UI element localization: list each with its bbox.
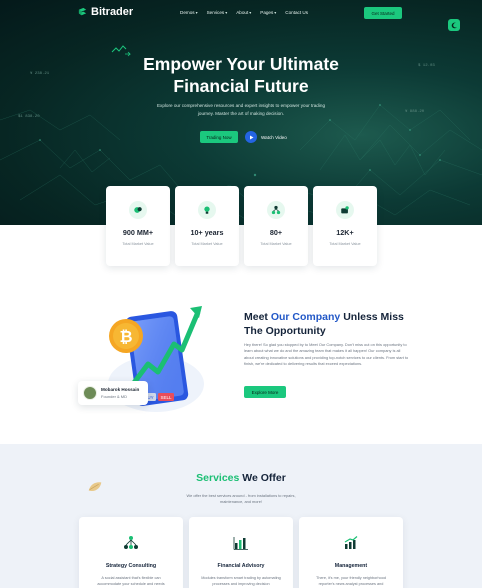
service-card[interactable]: Management There, it's me, your friendly…: [299, 517, 403, 588]
stat-label: Total Market Value: [260, 242, 292, 246]
main-menu: Demos ▾ Services ▾ About ▾ Pages ▾ Contact U…: [180, 10, 308, 15]
hero-bg-number: ¥ 238.21: [30, 72, 50, 76]
stat-label: Total Market Value: [191, 242, 223, 246]
stat-value: 80+: [269, 228, 283, 237]
chevron-down-icon: ▾: [195, 10, 198, 15]
stat-value: 10+ years: [190, 228, 224, 237]
menu-item-contact[interactable]: Contact Us: [285, 10, 308, 15]
service-card[interactable]: Financial Advisory Modules transform sma…: [189, 517, 293, 588]
moon-icon: [451, 22, 457, 28]
coins-icon: [129, 201, 147, 219]
menu-item-about[interactable]: About ▾: [236, 10, 251, 15]
hero-title: Empower Your Ultimate Financial Future: [110, 53, 372, 97]
menu-item-label: Demos: [180, 10, 195, 15]
about-title-prefix: Meet: [244, 311, 271, 323]
menu-item-label: Contact Us: [285, 10, 309, 15]
hero-subtitle: Explore our comprehensive resources and …: [156, 103, 325, 116]
about-text: Hey there! So glad you stopped by to Mee…: [244, 342, 409, 366]
menu-item-label: About: [236, 10, 249, 15]
lightbulb-icon: [198, 201, 216, 219]
stat-card: 900 MM+ Total Market Value: [106, 186, 170, 266]
hero-title-line2: Financial Future: [173, 76, 309, 96]
menu-item-label: Pages: [260, 10, 274, 15]
stat-card: 10+ years Total Market Value: [175, 186, 239, 266]
wallet-users-icon: [336, 201, 354, 219]
chevron-down-icon: ▾: [249, 10, 252, 15]
stat-card: 80+ Total Market Value: [244, 186, 308, 266]
chevron-down-icon: ▾: [225, 10, 228, 15]
hero-section: ¥ 238.21 $1 838.20 ¥ 888.20 $ 12.03 Bitr…: [0, 0, 482, 225]
network-nodes-icon: [124, 536, 138, 549]
explore-more-button[interactable]: Explore More: [244, 386, 286, 398]
founder-role: Founder & MD: [101, 394, 128, 399]
stat-value: 900 MM+: [122, 228, 154, 237]
menu-item-pages[interactable]: Pages ▾: [260, 10, 276, 15]
get-started-button[interactable]: Get Started: [364, 7, 402, 19]
about-title: Meet Our Company Unless Miss The Opportu…: [244, 310, 414, 338]
watch-video-button[interactable]: Watch Video: [245, 131, 287, 143]
service-desc: A social assistant that's flexible can a…: [97, 576, 165, 586]
menu-item-label: Services: [206, 10, 225, 15]
logo[interactable]: Bitrader: [77, 6, 133, 18]
service-desc: Modules transform smart trading by autom…: [201, 576, 281, 586]
founder-name: Mobarok Hossain: [101, 387, 140, 392]
service-name: Strategy Consulting: [105, 563, 157, 569]
theme-toggle-button[interactable]: [448, 19, 460, 31]
services-subtitle: We offer the best services around - from…: [186, 493, 296, 505]
svg-text:₿: ₿: [119, 328, 132, 346]
phone-sell-label: SELL: [160, 395, 172, 400]
network-icon: [267, 201, 285, 219]
watch-video-label: Watch Video: [261, 134, 287, 140]
services-title-accent: Services: [196, 472, 240, 484]
founder-card: Mobarok Hossain Founder & MD: [78, 381, 148, 405]
hero-title-line1: Empower Your Ultimate: [143, 54, 339, 74]
logo-icon: [78, 7, 87, 15]
menu-item-services[interactable]: Services ▾: [207, 10, 228, 15]
services-title: Services We Offer: [0, 472, 482, 484]
logo-text: Bitrader: [91, 6, 134, 18]
service-card[interactable]: Strategy Consulting A social assistant t…: [79, 517, 183, 588]
play-icon: [245, 131, 257, 143]
hero-bg-number: ¥ 888.20: [405, 110, 425, 114]
stat-value: 12K+: [336, 228, 354, 237]
hero-bg-number: $1 838.20: [18, 115, 40, 119]
chevron-down-icon: ▾: [274, 10, 277, 15]
stat-card: 12K+ Total Market Value: [313, 186, 377, 266]
stat-label: Total Market Value: [329, 242, 361, 246]
service-name: Management: [334, 563, 368, 569]
avatar: [83, 386, 97, 400]
service-name: Financial Advisory: [217, 563, 265, 569]
stat-label: Total Market Value: [122, 242, 154, 246]
services-title-rest: We Offer: [239, 472, 286, 484]
hero-bg-number: $ 12.03: [418, 64, 435, 68]
service-desc: There, it's me, your friendly neighborho…: [316, 576, 386, 586]
bar-chart-icon: [233, 537, 248, 550]
top-navigation: Bitrader Demos ▾ Services ▾ About ▾ Pages ▾ …: [0, 0, 482, 26]
menu-item-demos[interactable]: Demos ▾: [180, 10, 198, 15]
growth-chart-icon: [344, 536, 358, 549]
trading-now-button[interactable]: Trading Now: [200, 131, 238, 143]
about-title-accent: Our Company: [270, 311, 341, 323]
